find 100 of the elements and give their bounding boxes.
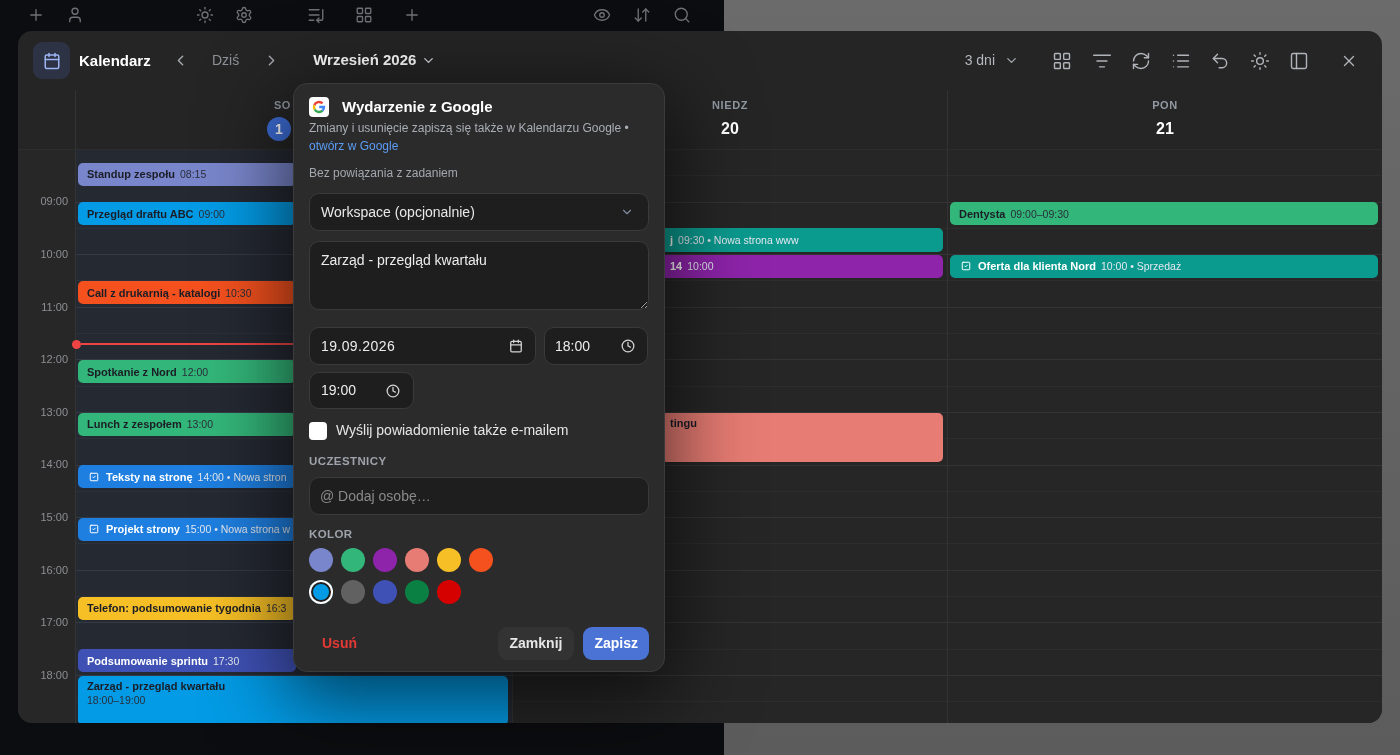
event-title: Spotkanie z Nord [87,364,177,379]
color-swatch[interactable] [309,580,333,604]
close-button[interactable]: Zamknij [497,627,575,660]
hour-label: 12:00 [40,352,68,368]
color-swatch[interactable] [373,548,397,572]
checkbox-icon [89,524,99,535]
event-card[interactable]: Lunch z zespołem 13:00 [78,412,296,436]
event-card[interactable]: Call z drukarnią - katalogi 10:30 [78,281,296,305]
event-card[interactable]: Projekt strony 15:00 • Nowa strona w [78,517,296,541]
sidebar-icon[interactable] [1289,50,1309,71]
date-label[interactable]: 20 [721,119,739,139]
end-time-field[interactable]: 19:00 [309,372,414,409]
email-checkbox[interactable] [309,421,327,440]
eye-icon[interactable] [593,6,611,24]
event-title: Zarząd - przegląd kwartału [87,678,226,693]
event-time: 08:15 [180,167,207,182]
date-badge[interactable]: 1 [267,117,291,141]
event-time: 13:00 [186,417,214,432]
event-time: 14:00 • Nowa stron [197,469,287,484]
calendar-icon[interactable] [509,339,523,353]
weekday-label: PON [1152,98,1178,112]
color-swatch[interactable] [341,580,365,604]
title-field[interactable]: Zarząd - przegląd kwartału [309,241,649,310]
list-icon[interactable] [307,6,325,24]
event-time: 10:30 [225,285,252,300]
search-icon[interactable] [673,6,691,24]
event-card[interactable]: Telefon: podsumowanie tygodnia 16:3 [78,596,296,620]
event-title: Teksty na stronę [106,469,193,484]
plus-icon[interactable] [27,6,45,24]
event-card[interactable]: Oferta dla klienta Nord 10:00 • Sprzedaż [950,254,1378,278]
color-swatch[interactable] [405,580,429,604]
date-field[interactable]: 19.09.2026 [309,327,536,365]
event-time: 12:00 [181,364,209,379]
open-in-google-link[interactable]: otwórz w Google [309,139,399,153]
date-label[interactable]: 21 [1156,119,1174,139]
save-button[interactable]: Zapisz [583,627,649,660]
user-icon[interactable] [66,6,84,24]
hour-label: 17:00 [40,615,68,631]
event-time: 09:00–09:30 [1010,206,1069,221]
event-time: 10:00 • Sprzedaż [1101,259,1182,274]
color-swatch[interactable] [309,548,333,572]
email-notify-label: Wyślij powiadomienie także e-mailem [336,421,569,440]
app-title: Kalendarz [79,51,151,69]
workspace-select[interactable]: Workspace (opcjonalnie) [309,193,649,231]
refresh-icon[interactable] [1131,50,1151,71]
month-picker[interactable]: Wrzesień 2026 [313,49,437,72]
color-heading: KOLOR [309,527,353,541]
sun-icon[interactable] [1249,50,1270,71]
event-card[interactable]: Dentysta 09:00–09:30 [950,202,1378,226]
start-time-field[interactable]: 18:00 [544,327,648,365]
event-title: j [670,233,674,248]
view-select[interactable]: 3 dni [964,50,1019,71]
color-swatch[interactable] [469,548,493,572]
clock-icon[interactable] [621,339,635,353]
plus-icon[interactable] [403,6,421,24]
hour-label: 14:00 [40,457,68,473]
event-card[interactable]: Teksty na stronę 14:00 • Nowa stron [78,465,296,489]
color-swatch[interactable] [437,548,461,572]
event-title: tingu [670,415,697,430]
event-time: 16:3 [265,601,287,616]
delete-button[interactable]: Usuń [309,627,370,660]
checkbox-icon [89,471,99,482]
participant-field[interactable]: @ Dodaj osobę… [309,477,649,515]
hour-label: 11:00 [41,299,68,315]
today-button[interactable]: Dziś [212,50,240,71]
color-swatch[interactable] [341,548,365,572]
event-title: Oferta dla klienta Nord [978,259,1096,274]
event-time: 18:00–19:00 [87,692,146,707]
weekday-label: SO [273,98,291,112]
hour-label: 18:00 [40,667,68,683]
event-card[interactable]: Przegląd draftu ABC 09:00 [78,202,296,226]
event-time: 09:00 [198,206,225,221]
participants-heading: UCZESTNICY [309,454,387,468]
checkbox-icon [961,261,971,272]
settings-icon[interactable] [235,6,253,24]
event-time: 10:00 [687,259,714,274]
color-swatch[interactable] [405,548,429,572]
event-time: 09:30 • Nowa strona www [678,233,799,248]
hour-label: 15:00 [40,509,68,525]
event-title: Dentysta [959,206,1006,221]
event-title: Telefon: podsumowanie tygodnia [87,601,261,616]
popup-title: Wydarzenie z Google [342,97,493,117]
sun-icon[interactable] [196,6,214,24]
color-swatch[interactable] [437,580,461,604]
sync-note: Zmiany i usunięcie zapiszą się także w Kalendarzu Google • otwórz w Google [309,120,630,155]
weekday-label: NIEDZ [712,98,748,112]
color-swatch[interactable] [373,580,397,604]
grid-icon[interactable] [1052,50,1072,71]
sort-icon[interactable] [633,6,651,24]
hour-label: 09:00 [40,194,68,210]
hour-label: 13:00 [40,404,68,420]
task-link-label: Bez powiązania z zadaniem [309,166,458,180]
clock-icon[interactable] [386,383,400,398]
event-title: Lunch z zespołem [87,417,182,432]
event-card[interactable]: Zarząd - przegląd kwartału 18:00–19:00 [78,675,508,723]
event-card[interactable]: Podsumowanie sprintu 17:30 [78,649,296,673]
event-card[interactable]: Spotkanie z Nord 12:00 [78,359,296,384]
event-title: 14 [670,259,683,274]
grid-icon[interactable] [355,6,373,24]
event-card[interactable]: Standup zespołu 08:15 [78,162,296,186]
